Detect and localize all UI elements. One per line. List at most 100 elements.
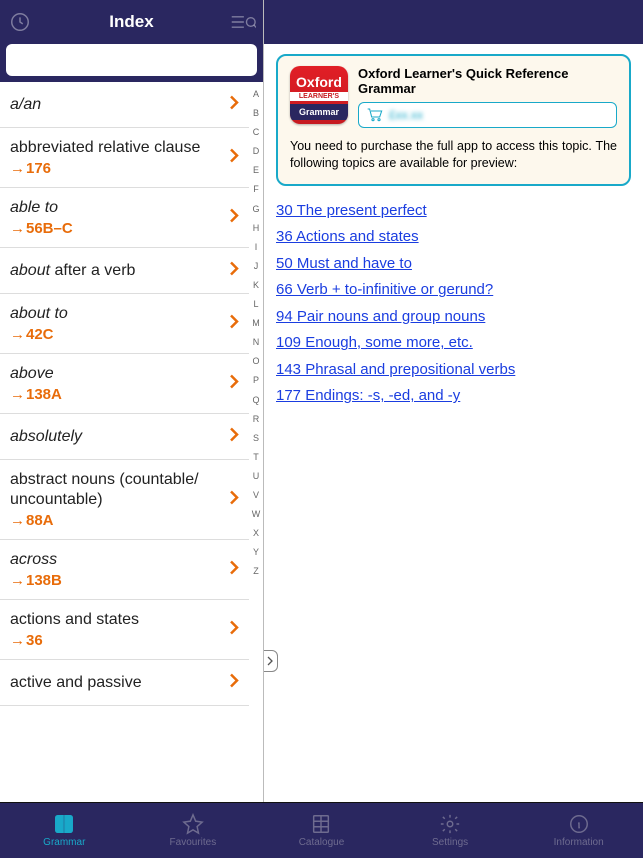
preview-link[interactable]: 109 Enough, some more, etc. xyxy=(276,332,631,355)
grid-icon xyxy=(310,813,332,835)
az-letter[interactable]: A xyxy=(253,86,259,103)
chevron-right-icon xyxy=(229,489,239,510)
index-term: about to xyxy=(10,304,219,324)
chevron-right-icon xyxy=(229,313,239,334)
app-icon-line3: Grammar xyxy=(290,104,348,120)
az-letter[interactable]: V xyxy=(253,487,259,504)
az-letter[interactable]: W xyxy=(252,506,261,523)
index-ref: 42C xyxy=(10,326,219,343)
purchase-top: Oxford LEARNER'S Grammar Oxford Learner'… xyxy=(290,66,617,128)
az-letter[interactable]: I xyxy=(255,239,258,256)
info-icon xyxy=(568,813,590,835)
index-row[interactable]: across138B xyxy=(0,540,249,600)
az-letter[interactable]: P xyxy=(253,372,259,389)
purchase-box: Oxford LEARNER'S Grammar Oxford Learner'… xyxy=(276,54,631,186)
index-row[interactable]: a/an xyxy=(0,82,249,128)
search-bar xyxy=(0,44,263,82)
tab-bar: Grammar Favourites Catalogue Settings Inform… xyxy=(0,802,643,858)
index-body: a/an abbreviated relative clause 176 able t… xyxy=(0,82,263,802)
az-letter[interactable]: Z xyxy=(253,563,259,580)
tab-grammar[interactable]: Grammar xyxy=(0,803,129,858)
az-letter[interactable]: J xyxy=(254,258,259,275)
app-icon-line1: Oxford xyxy=(296,71,342,89)
index-term: abbreviated relative clause xyxy=(10,138,219,158)
az-letter[interactable]: K xyxy=(253,277,259,294)
preview-link[interactable]: 50 Must and have to xyxy=(276,253,631,276)
tab-label: Settings xyxy=(432,837,468,848)
preview-link[interactable]: 94 Pair nouns and group nouns xyxy=(276,306,631,329)
index-row[interactable]: active and passive xyxy=(0,660,249,706)
index-ref: 56B–C xyxy=(10,220,219,237)
index-row[interactable]: absolutely xyxy=(0,414,249,460)
search-input[interactable] xyxy=(6,44,257,76)
az-letter[interactable]: E xyxy=(253,162,259,179)
az-letter[interactable]: G xyxy=(252,201,259,218)
preview-link[interactable]: 36 Actions and states xyxy=(276,226,631,249)
index-term: across xyxy=(10,550,219,570)
az-index-strip[interactable]: ABCDEFGHIJKLMNOPQRSTUVWXYZ xyxy=(249,82,263,802)
az-letter[interactable]: D xyxy=(253,143,260,160)
index-term: about after a verb xyxy=(10,261,219,281)
index-row[interactable]: about to 42C xyxy=(0,294,249,354)
index-list[interactable]: a/an abbreviated relative clause 176 able t… xyxy=(0,82,249,802)
az-letter[interactable]: R xyxy=(253,411,260,428)
az-letter[interactable]: H xyxy=(253,220,260,237)
right-pane: Oxford LEARNER'S Grammar Oxford Learner'… xyxy=(264,0,643,802)
chevron-right-icon xyxy=(229,147,239,168)
az-letter[interactable]: X xyxy=(253,525,259,542)
preview-link[interactable]: 30 The present perfect xyxy=(276,200,631,223)
chevron-right-icon xyxy=(229,260,239,281)
chevron-right-icon xyxy=(229,619,239,640)
tab-settings[interactable]: Settings xyxy=(386,803,515,858)
az-letter[interactable]: S xyxy=(253,430,259,447)
buy-button[interactable]: £xx.xx xyxy=(358,102,617,128)
tab-label: Information xyxy=(554,837,604,848)
index-row[interactable]: abstract nouns (countable/uncountable) 88… xyxy=(0,460,249,540)
index-term: able to xyxy=(10,198,219,218)
tab-favourites[interactable]: Favourites xyxy=(129,803,258,858)
index-row[interactable]: above138A xyxy=(0,354,249,414)
book-icon xyxy=(53,813,75,835)
tab-catalogue[interactable]: Catalogue xyxy=(257,803,386,858)
index-ref: 138A xyxy=(10,386,219,403)
az-letter[interactable]: U xyxy=(253,468,260,485)
tab-label: Catalogue xyxy=(299,837,345,848)
index-row[interactable]: about after a verb xyxy=(0,248,249,294)
gear-icon xyxy=(439,813,461,835)
preview-link[interactable]: 177 Endings: -s, -ed, and -y xyxy=(276,385,631,408)
chevron-right-icon xyxy=(229,207,239,228)
index-row[interactable]: able to 56B–C xyxy=(0,188,249,248)
chevron-right-icon xyxy=(229,373,239,394)
left-pane: Index a/an abbreviated relative clause 176… xyxy=(0,0,264,802)
az-letter[interactable]: T xyxy=(253,449,259,466)
az-letter[interactable]: Y xyxy=(253,544,259,561)
az-letter[interactable]: O xyxy=(252,353,259,370)
chevron-right-icon xyxy=(229,94,239,115)
index-row[interactable]: actions and states36 xyxy=(0,600,249,660)
filter-button[interactable] xyxy=(229,8,257,36)
index-term: absolutely xyxy=(10,427,219,447)
index-term: a/an xyxy=(10,95,219,115)
preview-link[interactable]: 66 Verb + to-infinitive or gerund? xyxy=(276,279,631,302)
split-resize-handle[interactable] xyxy=(264,650,278,672)
az-letter[interactable]: M xyxy=(252,315,260,332)
az-letter[interactable]: C xyxy=(253,124,260,141)
index-ref: 88A xyxy=(10,512,219,529)
az-letter[interactable]: Q xyxy=(252,392,259,409)
chevron-right-icon xyxy=(229,672,239,693)
filter-list-icon xyxy=(230,11,256,33)
history-button[interactable] xyxy=(6,8,34,36)
index-term: actions and states xyxy=(10,610,219,630)
tab-information[interactable]: Information xyxy=(514,803,643,858)
index-term: abstract nouns (countable/uncountable) xyxy=(10,470,219,510)
index-ref: 176 xyxy=(10,160,219,177)
az-letter[interactable]: B xyxy=(253,105,259,122)
az-letter[interactable]: N xyxy=(253,334,260,351)
chevron-right-icon xyxy=(229,559,239,580)
az-letter[interactable]: L xyxy=(253,296,258,313)
tab-label: Grammar xyxy=(43,837,85,848)
az-letter[interactable]: F xyxy=(253,181,259,198)
index-row[interactable]: abbreviated relative clause 176 xyxy=(0,128,249,188)
preview-link[interactable]: 143 Phrasal and prepositional verbs xyxy=(276,359,631,382)
left-title: Index xyxy=(109,12,153,32)
